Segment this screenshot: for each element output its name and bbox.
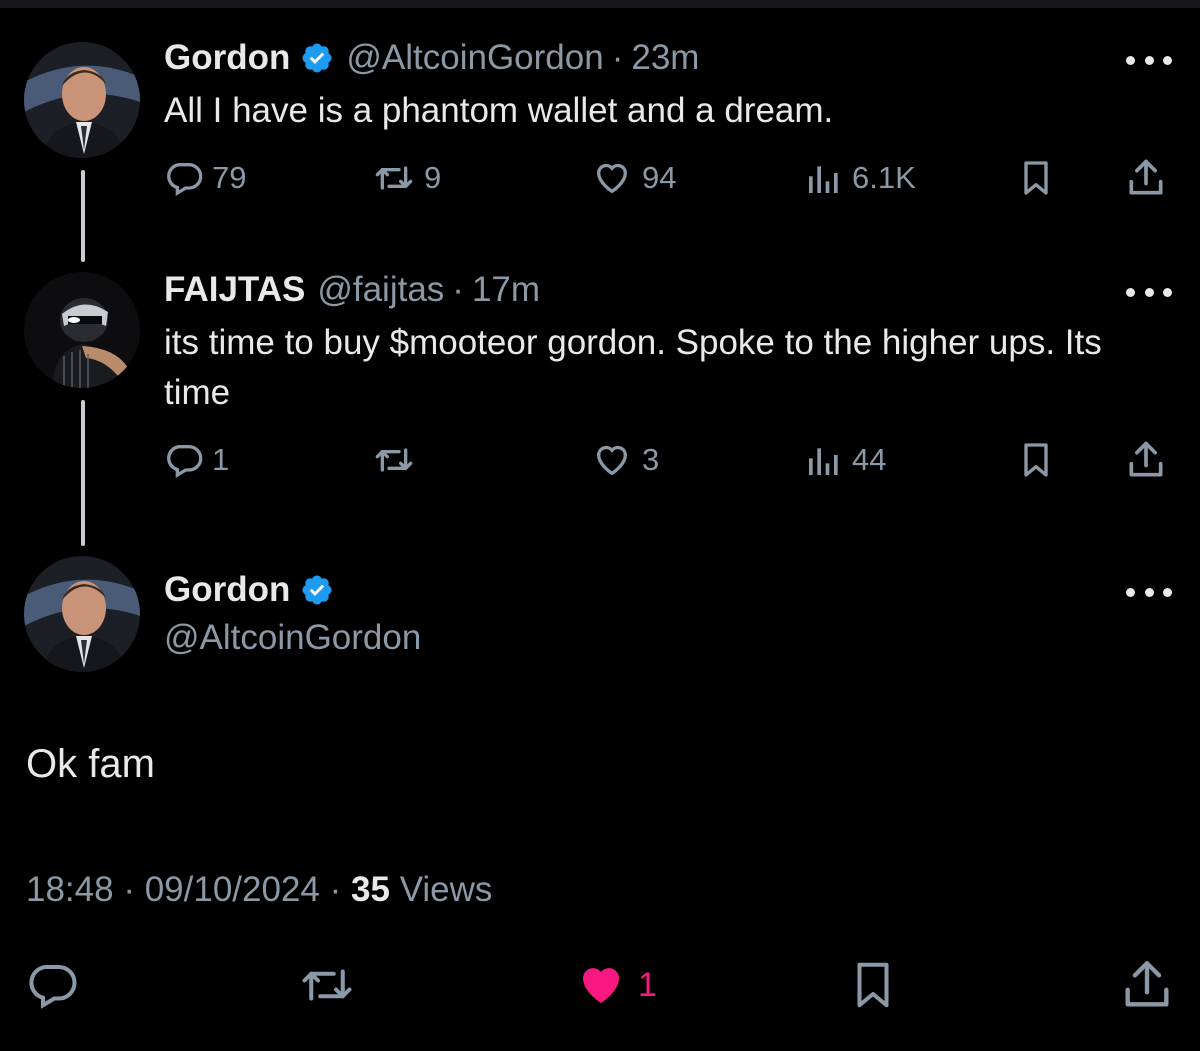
tweet-header: FAIJTAS @faijtas · 17m <box>164 270 540 310</box>
views-button[interactable]: 44 <box>804 436 886 484</box>
separator-dot: · <box>329 870 352 909</box>
avatar-gordon[interactable] <box>24 556 140 672</box>
reply-icon <box>167 163 203 196</box>
retweet-button[interactable] <box>372 436 424 484</box>
more-icon[interactable] <box>1126 582 1172 602</box>
views-icon <box>809 448 838 475</box>
reply-count: 79 <box>212 160 247 195</box>
views-count: 35 <box>351 870 390 909</box>
like-icon <box>583 968 619 1003</box>
tweet-actions: 79 9 94 6.1K <box>0 154 1200 202</box>
tweet-header: Gordon @AltcoinGordon · 23m <box>164 38 699 78</box>
bookmark-button[interactable] <box>846 958 900 1012</box>
share-button[interactable] <box>1124 154 1168 202</box>
bookmark-icon <box>857 962 889 1008</box>
separator-dot: · <box>452 270 464 309</box>
share-icon <box>1129 159 1163 195</box>
tweet-text: its time to buy $mooteor gordon. Spoke t… <box>164 323 1102 412</box>
reply-button[interactable] <box>24 958 80 1012</box>
like-count: 3 <box>642 442 660 477</box>
separator-dot: · <box>123 870 145 909</box>
avatar-gordon[interactable] <box>24 42 140 158</box>
tweet-text: All I have is a phantom wallet and a dre… <box>164 91 834 130</box>
author-handle[interactable]: @AltcoinGordon <box>164 618 421 658</box>
more-icon[interactable] <box>1126 50 1172 70</box>
like-button[interactable]: 3 <box>590 436 659 484</box>
tweet-time[interactable]: 17m <box>472 270 540 310</box>
tweet-time[interactable]: 18:48 <box>26 870 114 909</box>
tweet-date[interactable]: 09/10/2024 <box>145 870 320 909</box>
reply-button[interactable]: 1 <box>164 436 229 484</box>
like-count: 1 <box>638 965 657 1004</box>
bookmark-icon <box>1024 443 1048 477</box>
retweet-count: 9 <box>424 160 442 195</box>
tweet-meta: 18:48 · 09/10/2024 · 35 Views <box>26 870 492 910</box>
retweet-button[interactable]: 9 <box>372 154 441 202</box>
bookmark-icon <box>1024 161 1048 195</box>
retweet-icon <box>375 448 413 472</box>
retweet-icon <box>302 969 352 1001</box>
bookmark-button[interactable] <box>1016 154 1056 202</box>
like-count: 94 <box>642 160 677 195</box>
author-name[interactable]: FAIJTAS <box>164 270 305 310</box>
share-button[interactable] <box>1124 436 1168 484</box>
like-icon <box>596 163 628 194</box>
views-label: Views <box>399 870 493 909</box>
author-handle[interactable]: @faijtas <box>317 270 444 310</box>
author-handle[interactable]: @AltcoinGordon <box>346 38 603 78</box>
views-count: 44 <box>852 442 887 477</box>
reply-button[interactable]: 79 <box>164 154 246 202</box>
views-icon <box>809 166 838 193</box>
author-name[interactable]: Gordon <box>164 38 290 78</box>
reply-icon <box>167 445 203 478</box>
reply-icon <box>29 964 77 1009</box>
views-count: 6.1K <box>852 160 916 195</box>
separator-dot: · <box>611 38 624 77</box>
bookmark-button[interactable] <box>1016 436 1056 484</box>
tweet-actions: 1 3 44 <box>0 436 1200 484</box>
author-name[interactable]: Gordon <box>164 570 290 610</box>
avatar-faijtas[interactable] <box>24 272 140 388</box>
reply-count: 1 <box>212 442 230 477</box>
views-button[interactable]: 6.1K <box>804 154 916 202</box>
share-icon <box>1129 441 1163 477</box>
share-icon <box>1125 961 1169 1007</box>
main-tweet-header: Gordon <box>164 570 334 610</box>
top-edge <box>0 0 1200 8</box>
main-tweet-text: Ok fam <box>26 742 155 786</box>
verified-icon <box>302 43 332 73</box>
main-tweet-actions: 1 <box>0 958 1200 1012</box>
retweet-icon <box>375 166 413 190</box>
like-button[interactable]: 1 <box>572 958 657 1012</box>
retweet-button[interactable] <box>296 958 358 1012</box>
like-icon <box>596 445 628 476</box>
more-icon[interactable] <box>1126 282 1172 302</box>
main-handle-row: @AltcoinGordon <box>164 618 421 658</box>
share-button[interactable] <box>1118 958 1176 1012</box>
tweet-time[interactable]: 23m <box>631 38 699 78</box>
like-button[interactable]: 94 <box>590 154 676 202</box>
verified-icon <box>302 575 332 605</box>
